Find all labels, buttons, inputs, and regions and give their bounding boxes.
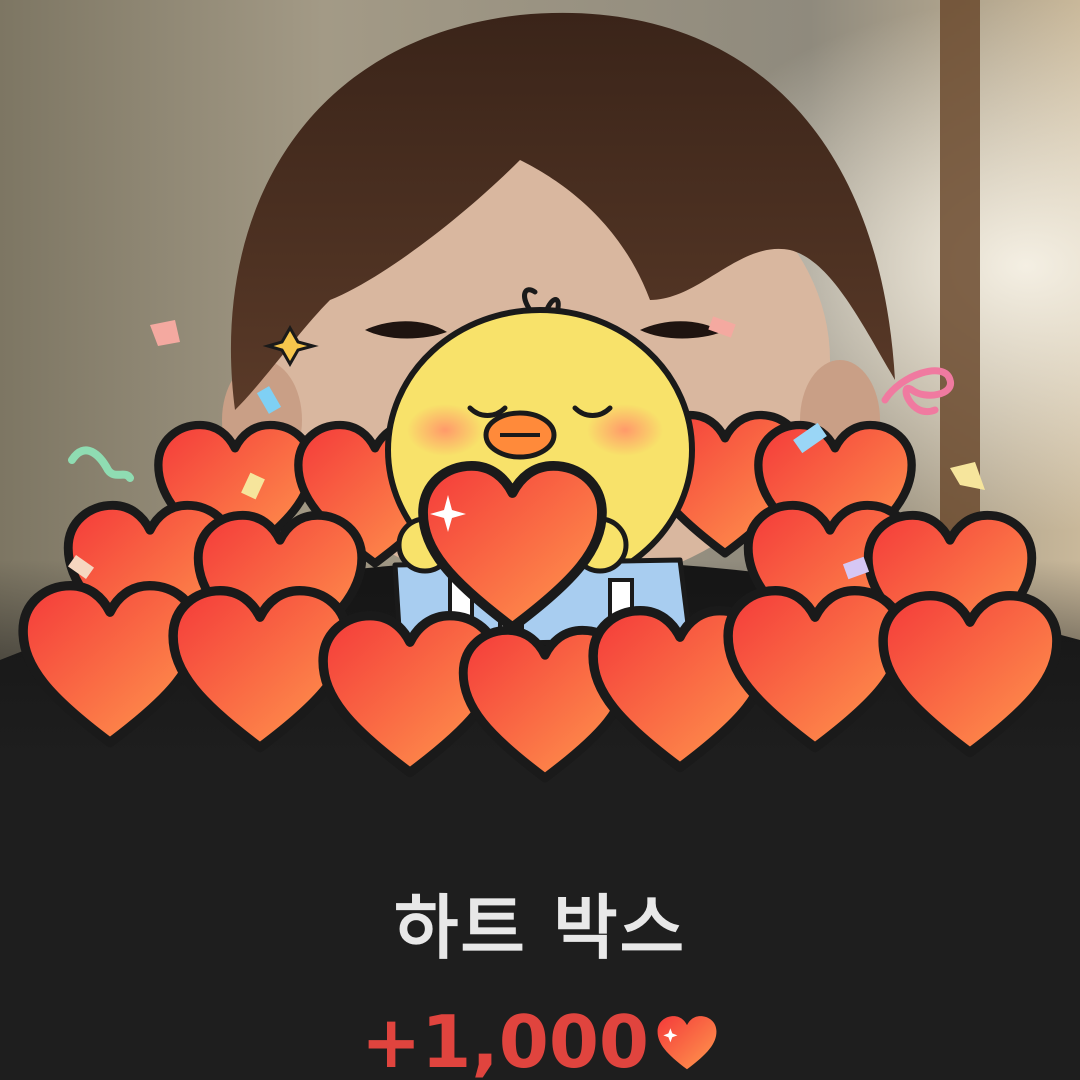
- heart-box-sticker: [0, 280, 1080, 800]
- heart-box-reward-screen: 하트 박스 +1,000: [0, 0, 1080, 1080]
- reward-title: 하트 박스: [394, 887, 686, 969]
- reward-amount: +1,000: [360, 1000, 650, 1080]
- reward-amount-row: +1,000: [0, 1000, 1080, 1080]
- heart-icon: [655, 1006, 719, 1070]
